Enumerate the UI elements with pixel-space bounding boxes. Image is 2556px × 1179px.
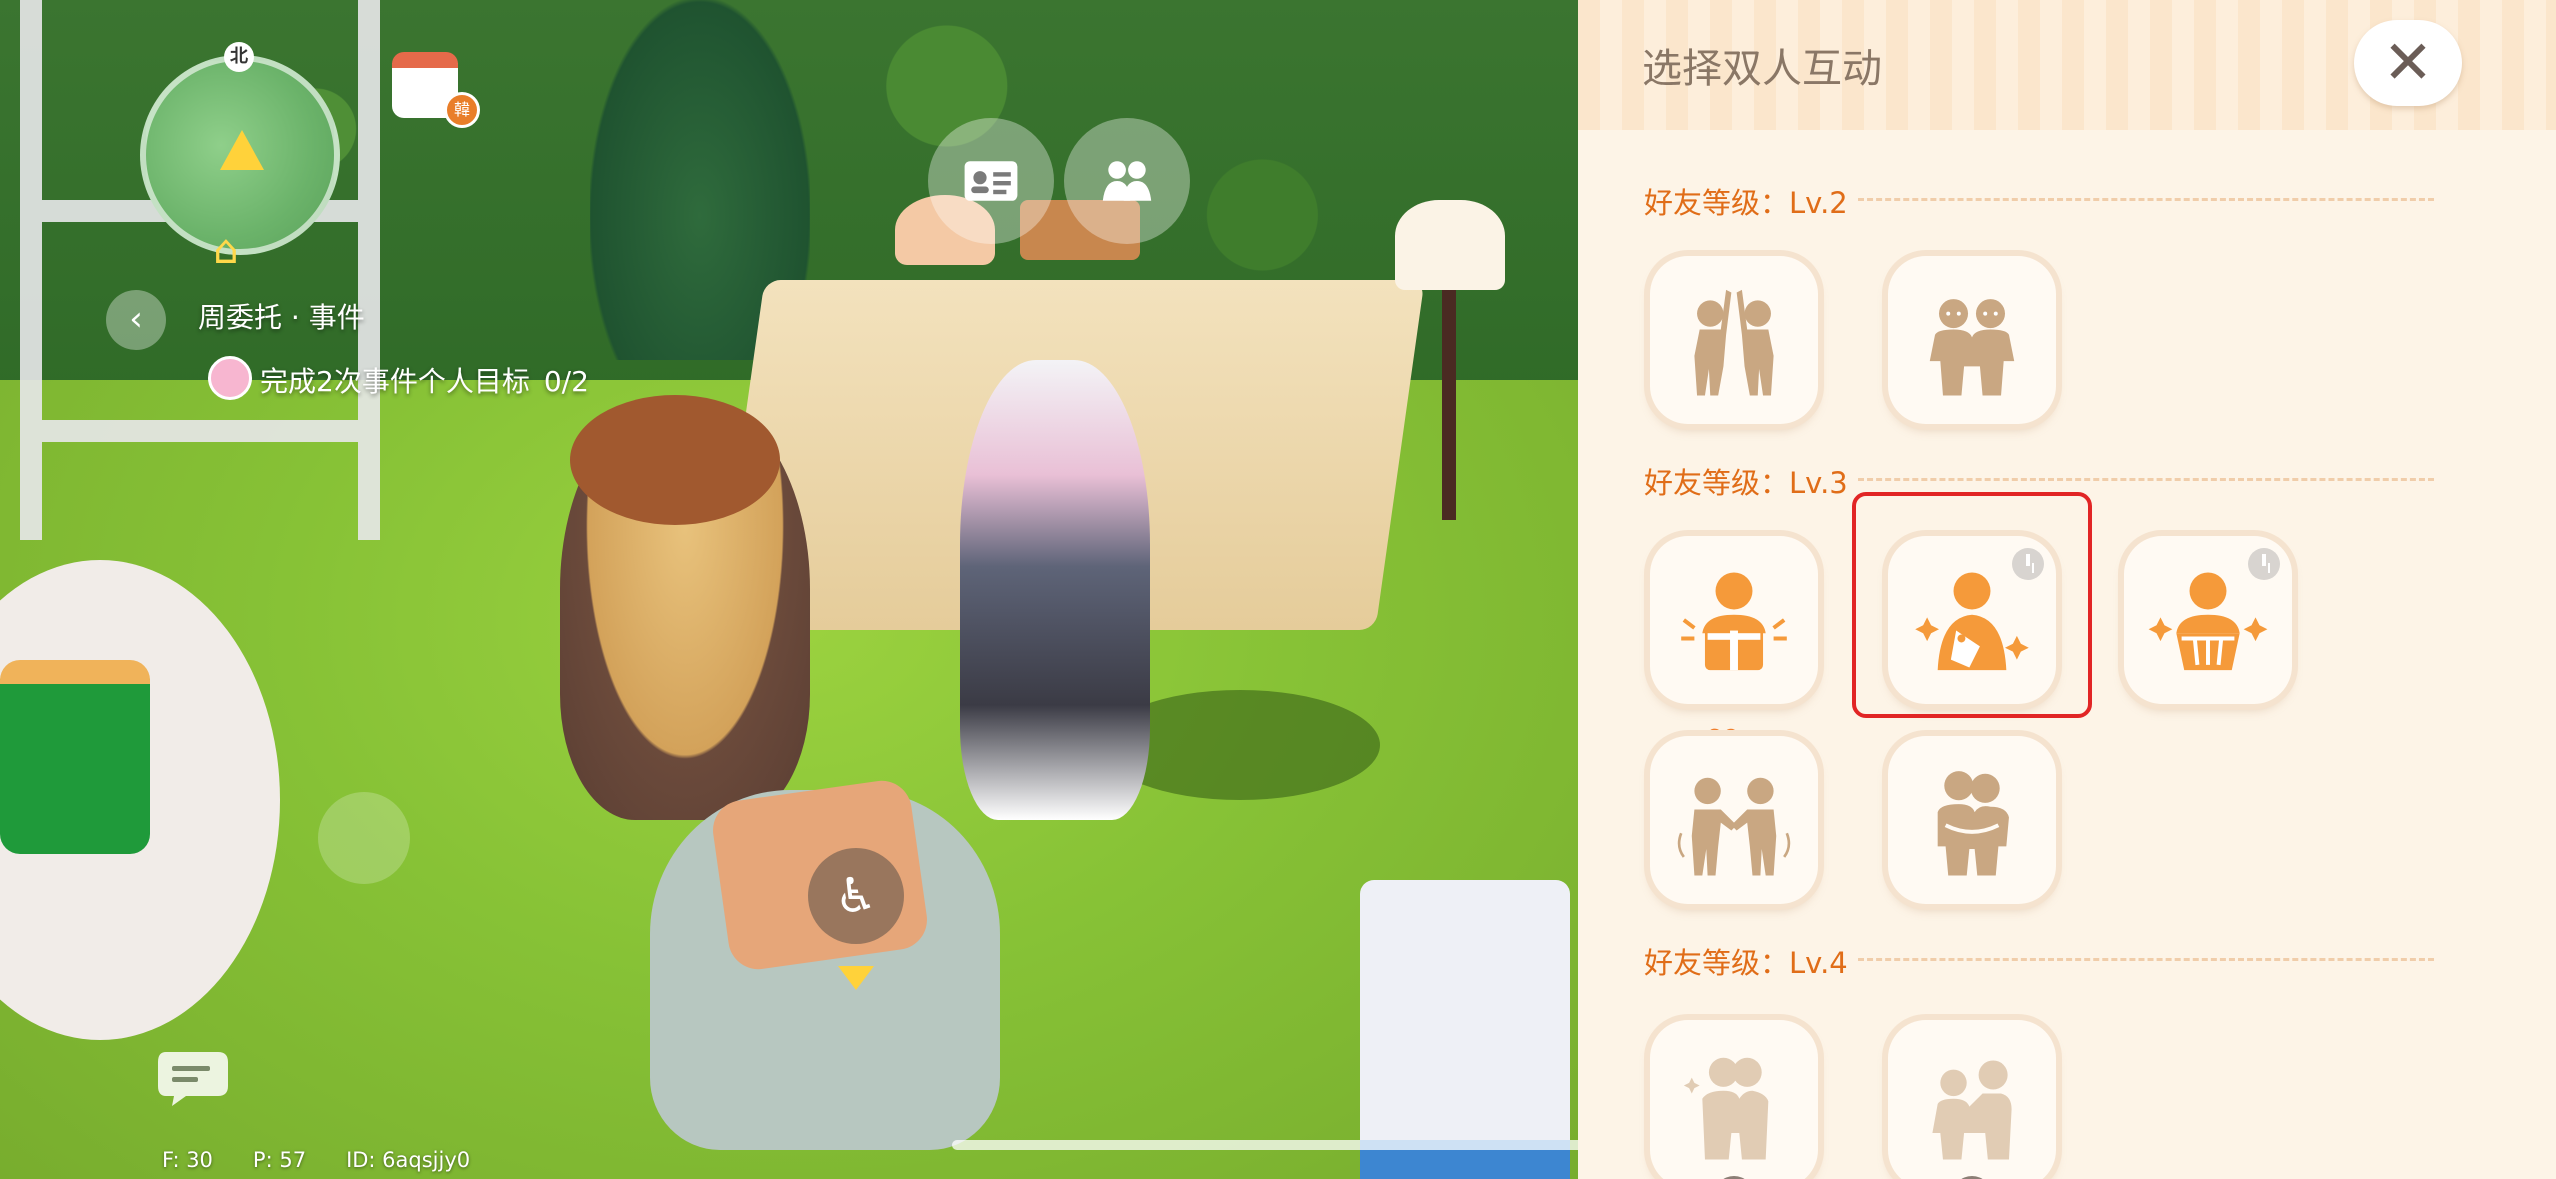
seat-icon[interactable]: ♿: [808, 848, 904, 944]
friends-icon: [1102, 161, 1152, 201]
highlight-annotation-box: [1852, 492, 2092, 718]
quest-title[interactable]: 周委托 · 事件: [198, 296, 365, 336]
player-character[interactable]: [960, 360, 1150, 820]
interaction-basket[interactable]: [2124, 536, 2292, 704]
milk-carton: [1360, 880, 1570, 1179]
interaction-hug[interactable]: [1888, 736, 2056, 904]
level-label-lv3: 好友等级：Lv.3: [1644, 466, 1848, 500]
high-five-icon: [1694, 289, 1774, 396]
chat-bubble-icon[interactable]: [156, 1046, 236, 1110]
level-divider: [1858, 958, 2434, 961]
close-button[interactable]: ✕: [2354, 20, 2462, 106]
profile-card-button[interactable]: [928, 118, 1054, 244]
character-hat: [570, 395, 780, 525]
quest-goal[interactable]: 完成2次事件个人目标 0/2: [260, 360, 589, 400]
interaction-pat-locked[interactable]: [1888, 1020, 2056, 1179]
clock-icon: [2248, 548, 2280, 580]
interaction-high-five[interactable]: [1650, 256, 1818, 424]
friend-interaction-button[interactable]: [1064, 118, 1190, 244]
quest-collapse-icon[interactable]: ‹: [106, 290, 166, 350]
fps-readout: F: 30: [162, 1148, 213, 1172]
green-can: [0, 660, 150, 854]
virtual-joystick[interactable]: [318, 792, 410, 884]
shoulder-to-shoulder-icon: [1929, 299, 2015, 396]
interaction-side-by-side[interactable]: [1888, 256, 2056, 424]
player-id: ID: 6aqsjjy0: [346, 1148, 471, 1172]
handshake-icon: [1677, 777, 1791, 876]
gift-box-icon: [1681, 572, 1787, 671]
pat-shoulder-icon: [1932, 1060, 2012, 1160]
home-icon[interactable]: ⌂: [203, 230, 249, 270]
quest-goal-text: 完成2次事件个人目标: [260, 365, 530, 398]
minimap-player-arrow-icon: [220, 130, 264, 170]
sit-indicator-arrow: [838, 966, 874, 990]
floor-lamp-pole: [1442, 290, 1456, 520]
hug-icon: [1937, 771, 2009, 876]
panel-header: 选择双人互动 ✕: [1578, 0, 2556, 130]
level-label-lv2: 好友等级：Lv.2: [1644, 186, 1848, 220]
panel-title: 选择双人互动: [1642, 46, 1882, 92]
level-label-lv4: 好友等级：Lv.4: [1644, 946, 1848, 980]
level-divider: [1858, 198, 2434, 201]
minimap-north-label: 北: [224, 42, 254, 72]
interaction-handshake[interactable]: [1650, 736, 1818, 904]
quest-avatar: [208, 356, 252, 400]
quest-progress: 0/2: [543, 365, 589, 398]
debug-info: F: 30 P: 57 ID: 6aqsjjy0: [162, 1148, 510, 1172]
interaction-give-gift[interactable]: [1650, 536, 1818, 704]
game-scene[interactable]: 北 ⌂ 韓 ‹ 周委托 · 事件 完成2次事件个人目标 0/2 ♿ F: 30 …: [0, 0, 1578, 1179]
home-indicator[interactable]: [952, 1140, 1602, 1150]
calendar-badge: 韓: [444, 92, 480, 128]
level-divider: [1858, 478, 2434, 481]
embrace-icon: [1683, 1057, 1769, 1160]
ping-readout: P: 57: [252, 1148, 307, 1172]
id-card-icon: [964, 161, 1018, 201]
floor-lamp-shade: [1395, 200, 1505, 290]
interaction-embrace-locked[interactable]: [1650, 1020, 1818, 1179]
